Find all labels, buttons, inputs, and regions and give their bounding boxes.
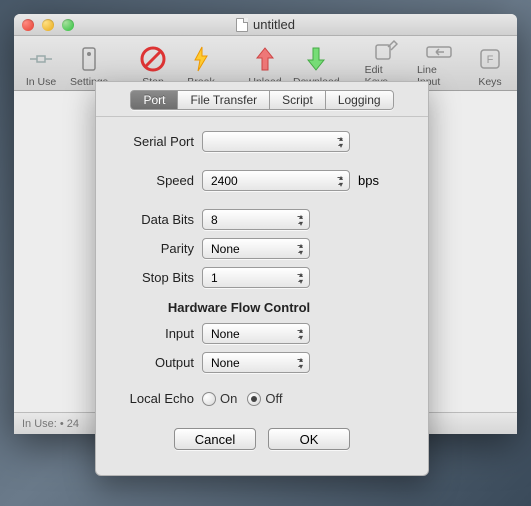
traffic-lights — [14, 19, 74, 31]
toolbar-keys[interactable]: F Keys — [467, 40, 513, 90]
tab-file-transfer[interactable]: File Transfer — [178, 90, 270, 110]
keys-icon: F — [476, 45, 504, 73]
plug-icon — [27, 45, 55, 73]
radio-icon — [202, 392, 216, 406]
chevron-updown-icon: ▴▾ — [299, 327, 303, 341]
upload-icon — [251, 45, 279, 73]
local-echo-label: Local Echo — [114, 391, 202, 406]
output-popup[interactable]: None ▴▾ — [202, 352, 310, 373]
radio-icon — [247, 392, 261, 406]
stop-bits-label: Stop Bits — [114, 270, 202, 285]
line-input-icon — [425, 42, 453, 61]
tab-port[interactable]: Port — [130, 90, 178, 110]
chevron-updown-icon: ▴▾ — [299, 213, 303, 227]
local-echo-off[interactable]: Off — [247, 391, 282, 406]
ok-button[interactable]: OK — [268, 428, 350, 450]
switch-icon — [75, 45, 103, 73]
data-bits-label: Data Bits — [114, 212, 202, 227]
svg-text:F: F — [487, 54, 494, 66]
window-title: untitled — [14, 17, 517, 32]
cancel-button[interactable]: Cancel — [174, 428, 256, 450]
local-echo-group: On Off — [202, 391, 282, 406]
data-bits-popup[interactable]: 8 ▴▾ — [202, 209, 310, 230]
speed-suffix: bps — [358, 173, 379, 188]
chevron-updown-icon: ▴▾ — [299, 242, 303, 256]
edit-keys-icon — [372, 39, 400, 61]
document-icon — [236, 18, 248, 32]
input-label: Input — [114, 326, 202, 341]
speed-popup[interactable]: 2400 ▴▾ — [202, 170, 350, 191]
input-popup[interactable]: None ▴▾ — [202, 323, 310, 344]
flow-control-title: Hardware Flow Control — [154, 300, 324, 315]
close-icon[interactable] — [22, 19, 34, 31]
chevron-updown-icon: ▴▾ — [339, 135, 343, 149]
parity-label: Parity — [114, 241, 202, 256]
tab-script[interactable]: Script — [270, 90, 326, 110]
bolt-icon — [187, 45, 215, 73]
chevron-updown-icon: ▴▾ — [299, 271, 303, 285]
tab-logging[interactable]: Logging — [326, 90, 394, 110]
stop-icon — [139, 45, 167, 73]
window-title-text: untitled — [253, 17, 295, 32]
speed-label: Speed — [114, 173, 202, 188]
stop-bits-popup[interactable]: 1 ▴▾ — [202, 267, 310, 288]
settings-sheet: Port File Transfer Script Logging Serial… — [95, 81, 429, 476]
parity-popup[interactable]: None ▴▾ — [202, 238, 310, 259]
toolbar-in-use[interactable]: In Use — [18, 40, 64, 90]
port-form: Serial Port ▴▾ Speed 2400 ▴▾ bps Data Bi… — [96, 117, 428, 458]
minimize-icon[interactable] — [42, 19, 54, 31]
zoom-icon[interactable] — [62, 19, 74, 31]
titlebar: untitled — [14, 14, 517, 36]
chevron-updown-icon: ▴▾ — [339, 174, 343, 188]
tab-bar: Port File Transfer Script Logging — [96, 82, 428, 110]
serial-port-popup[interactable]: ▴▾ — [202, 131, 350, 152]
output-label: Output — [114, 355, 202, 370]
status-text: In Use: • 24 — [22, 418, 79, 430]
local-echo-on[interactable]: On — [202, 391, 237, 406]
chevron-updown-icon: ▴▾ — [299, 356, 303, 370]
download-icon — [302, 45, 330, 73]
serial-port-label: Serial Port — [114, 134, 202, 149]
